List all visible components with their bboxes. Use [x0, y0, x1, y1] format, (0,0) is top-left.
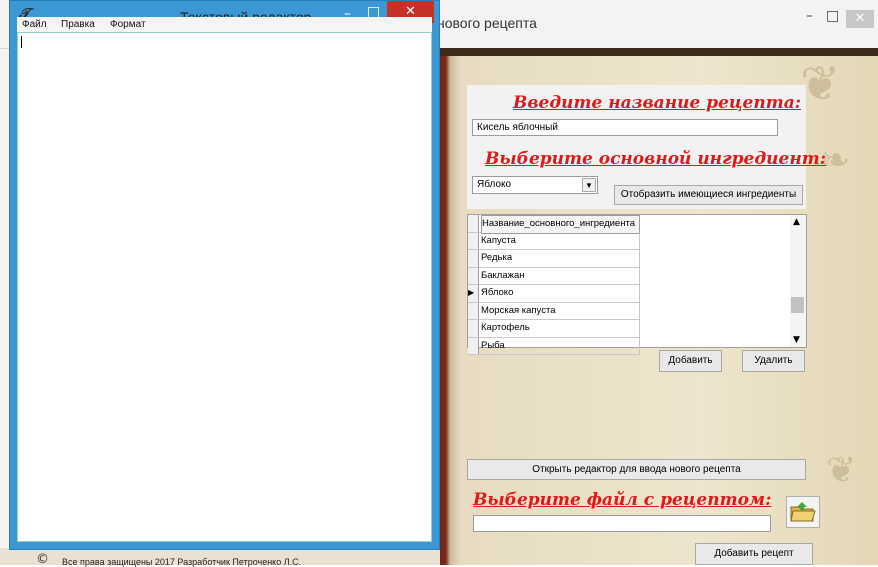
table-row[interactable]: Капуста — [468, 232, 640, 250]
scroll-up-icon[interactable]: ▲ — [793, 217, 800, 227]
copyright-icon: © — [36, 552, 49, 567]
row-header-cell[interactable] — [468, 320, 479, 337]
ornament-top-right-icon: ❦ — [800, 56, 841, 112]
combo-dropdown-icon[interactable]: ▼ — [582, 178, 596, 192]
copyright-text: Все права защищены 2017 Разработчик Петр… — [62, 557, 302, 567]
row-header-cell[interactable] — [468, 250, 479, 267]
add-ingredient-button[interactable]: Добавить — [659, 350, 722, 372]
row-header-cell[interactable] — [468, 337, 479, 354]
file-path-input[interactable] — [473, 515, 771, 532]
menu-file[interactable]: Файл — [22, 17, 47, 32]
editor-text-area[interactable] — [17, 32, 432, 542]
current-row-pointer-icon[interactable]: ▶ — [468, 285, 479, 302]
ornament-bottom-right-icon: ❦ — [826, 450, 857, 491]
text-editor-window: 𝒯 Текстовый редактор – □ ✕ Файл Правка Ф… — [9, 0, 440, 550]
grid-column: Название_основного_ингредиента Капуста Р… — [468, 215, 640, 355]
app-title: нового рецепта — [437, 15, 537, 31]
row-header-cell[interactable] — [468, 302, 479, 319]
open-folder-icon — [790, 502, 816, 522]
table-row[interactable]: Редька — [468, 250, 640, 268]
main-ingredient-select[interactable]: Яблоко ▼ — [472, 176, 598, 194]
table-cell[interactable]: Капуста — [481, 232, 640, 249]
editor-menubar: Файл Правка Формат — [17, 17, 432, 32]
table-row[interactable]: Морская капуста — [468, 302, 640, 320]
main-ingredient-selected-value: Яблоко — [477, 179, 512, 190]
grid-vertical-scrollbar[interactable]: ▲ ▼ — [790, 215, 806, 347]
table-cell[interactable]: Редька — [481, 250, 640, 267]
table-cell[interactable]: Морская капуста — [481, 302, 640, 319]
show-ingredients-button[interactable]: Отобразить имеющиеся ингредиенты — [614, 185, 803, 205]
table-cell[interactable]: Картофель — [481, 320, 640, 337]
grid-column-header[interactable]: Название_основного_ингредиента — [481, 215, 640, 234]
menu-edit[interactable]: Правка — [61, 17, 95, 32]
table-row[interactable]: Баклажан — [468, 267, 640, 285]
text-caret — [21, 36, 22, 48]
table-row[interactable]: Рыба — [468, 337, 640, 355]
delete-ingredient-button[interactable]: Удалить — [742, 350, 805, 372]
ingredients-grid[interactable]: Название_основного_ингредиента Капуста Р… — [467, 214, 807, 355]
app-minimize-button[interactable]: – — [806, 8, 813, 26]
open-editor-button[interactable]: Открыть редактор для ввода нового рецепт… — [467, 459, 806, 480]
app-maximize-button[interactable]: □ — [826, 8, 839, 26]
recipe-name-input[interactable] — [472, 119, 778, 136]
table-cell[interactable]: Рыба — [481, 337, 640, 354]
scrollbar-thumb[interactable] — [791, 297, 804, 313]
row-header-cell[interactable] — [468, 232, 479, 249]
scroll-down-icon[interactable]: ▼ — [793, 335, 800, 345]
table-row[interactable]: Картофель — [468, 320, 640, 338]
add-recipe-button[interactable]: Добавить рецепт — [695, 543, 813, 565]
grid-header-row: Название_основного_ингредиента — [468, 215, 640, 234]
choose-file-heading: Выберите файл с рецептом: — [473, 490, 772, 510]
row-header-cell[interactable] — [468, 267, 479, 284]
app-close-button[interactable]: ✕ — [846, 10, 874, 28]
browse-file-button[interactable] — [786, 496, 820, 528]
main-ingredient-heading: Выберите основной ингредиент: — [485, 149, 826, 169]
table-cell[interactable]: Баклажан — [481, 267, 640, 284]
table-row-current[interactable]: ▶ Яблоко — [468, 285, 640, 303]
menu-format[interactable]: Формат — [110, 17, 146, 32]
recipe-name-heading: Введите название рецепта: — [513, 93, 801, 113]
row-header-cell — [468, 215, 479, 232]
table-cell[interactable]: Яблоко — [481, 285, 640, 302]
